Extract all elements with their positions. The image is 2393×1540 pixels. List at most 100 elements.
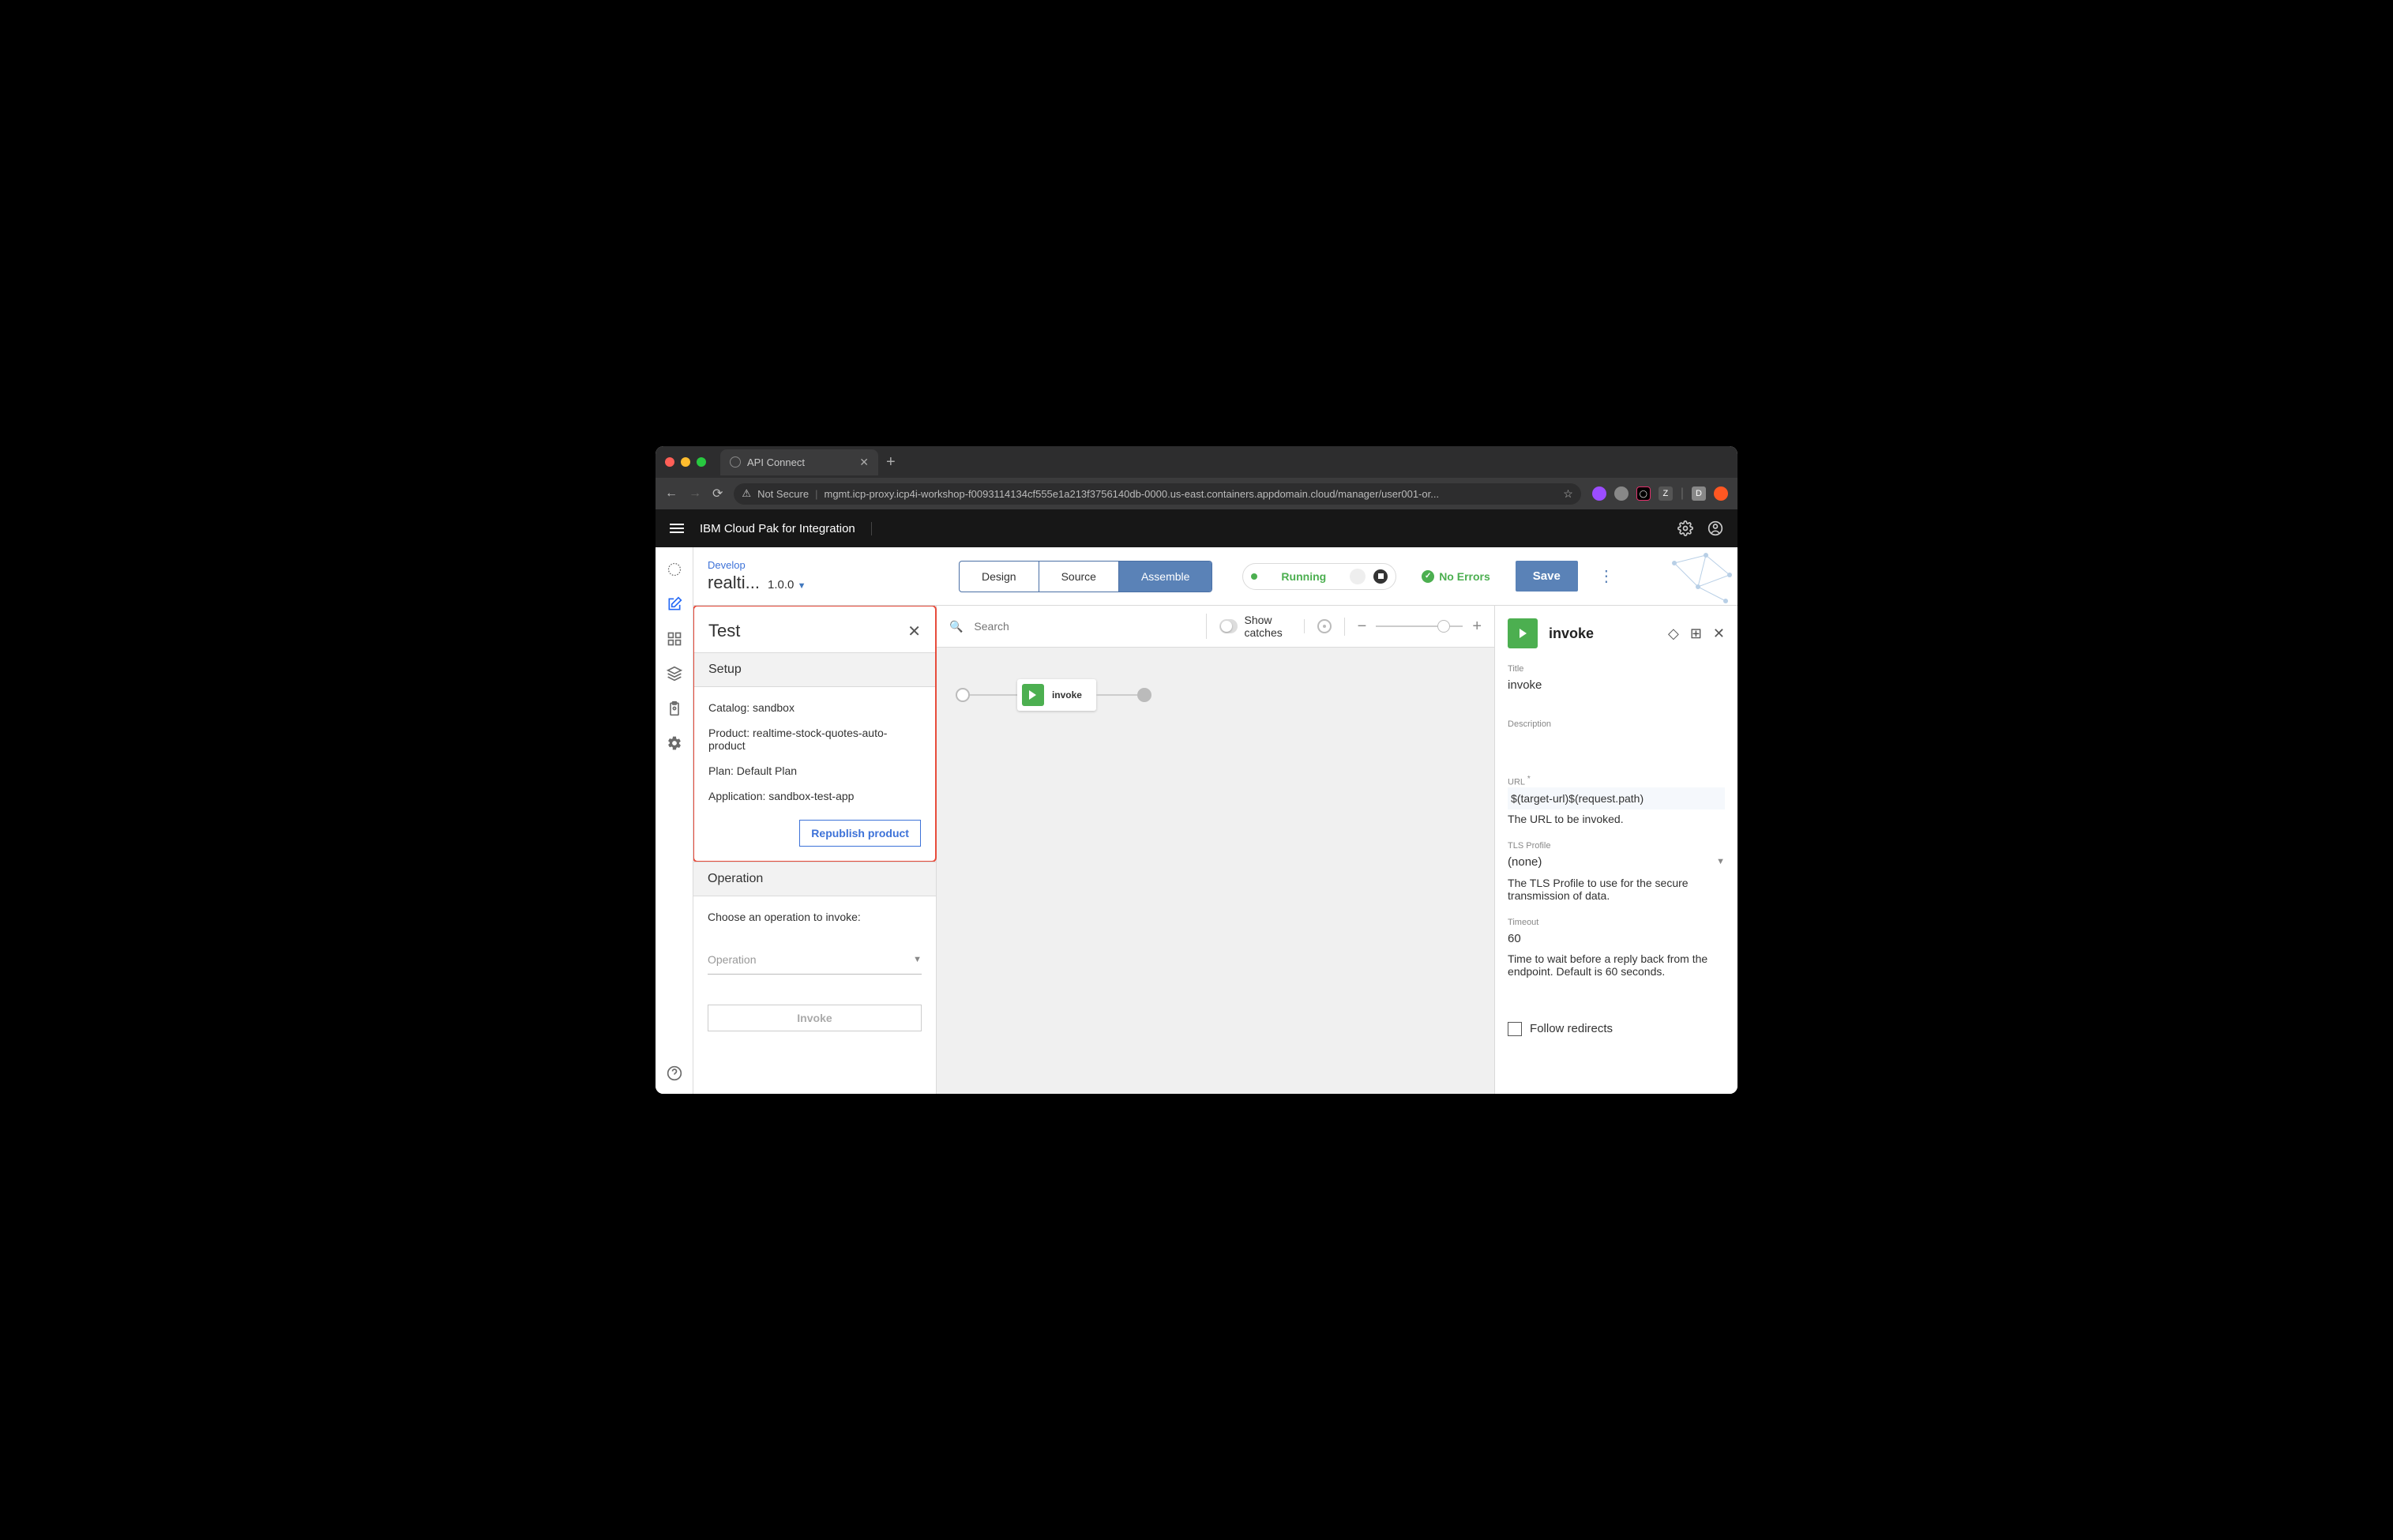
status-text: Running xyxy=(1265,570,1342,583)
description-field-label: Description xyxy=(1508,719,1725,729)
url-help-text: The URL to be invoked. xyxy=(1508,813,1725,825)
setup-product: Product: realtime-stock-quotes-auto-prod… xyxy=(708,727,921,752)
properties-panel: invoke ◇ ⊞ ✕ Title Description URL * xyxy=(1494,606,1737,1094)
properties-title: invoke xyxy=(1549,625,1594,642)
extension-icon[interactable]: ◯ xyxy=(1636,486,1651,501)
operation-select[interactable]: Operation ▼ xyxy=(708,945,922,975)
profile-icon[interactable]: D xyxy=(1692,486,1706,501)
user-icon[interactable] xyxy=(1707,520,1723,536)
help-icon[interactable] xyxy=(667,1065,682,1081)
canvas-toolbar: 🔍 Show catches − xyxy=(937,606,1494,648)
timeout-field[interactable] xyxy=(1508,927,1725,949)
security-warning-icon: ⚠ xyxy=(742,487,751,500)
content: Develop realti... 1.0.0 ▼ Design Source … xyxy=(656,547,1737,1094)
window-maximize-button[interactable] xyxy=(697,457,706,467)
node-label: invoke xyxy=(1052,689,1082,701)
test-panel: Test ✕ Setup Catalog: sandbox Product: r… xyxy=(693,606,937,1094)
no-errors-indicator: ✓ No Errors xyxy=(1422,570,1490,583)
zoom-out-button[interactable]: − xyxy=(1358,618,1367,636)
toggle-policy-icon[interactable]: ◇ xyxy=(1668,625,1679,642)
tab-favicon-icon xyxy=(730,456,741,468)
browser-chrome: API Connect ✕ + ← → ⟳ ⚠ Not Secure | mgm… xyxy=(656,446,1737,509)
security-label: Not Secure xyxy=(757,488,809,500)
url-text: mgmt.icp-proxy.icp4i-workshop-f009311413… xyxy=(825,488,1440,500)
tab-design[interactable]: Design xyxy=(960,562,1039,592)
test-panel-close-button[interactable]: ✕ xyxy=(907,622,921,641)
tab-close-button[interactable]: ✕ xyxy=(859,456,869,469)
play-icon xyxy=(1022,684,1044,706)
tls-help-text: The TLS Profile to use for the secure tr… xyxy=(1508,877,1725,902)
stop-button[interactable] xyxy=(1373,569,1388,584)
url-field[interactable]: ⚠ Not Secure | mgmt.icp-proxy.icp4i-work… xyxy=(734,483,1580,505)
settings-icon[interactable] xyxy=(1677,520,1693,536)
tab-source[interactable]: Source xyxy=(1039,562,1119,592)
status-spinner-icon xyxy=(1350,569,1366,584)
tab-title: API Connect xyxy=(747,456,805,468)
extension-icon[interactable]: Z xyxy=(1659,486,1673,501)
properties-close-button[interactable]: ✕ xyxy=(1713,625,1725,642)
timeout-help-text: Time to wait before a reply back from th… xyxy=(1508,952,1725,978)
url-field-label: URL * xyxy=(1508,775,1725,787)
flow-connector xyxy=(970,694,1017,696)
extension-icon[interactable] xyxy=(1592,486,1606,501)
setup-section-header: Setup xyxy=(694,652,935,687)
follow-redirects-checkbox[interactable] xyxy=(1508,1022,1522,1036)
no-errors-label: No Errors xyxy=(1439,570,1490,583)
window-close-button[interactable] xyxy=(665,457,674,467)
show-catches-label: Show catches xyxy=(1244,614,1290,639)
status-dot-icon xyxy=(1251,573,1257,580)
title-field-label: Title xyxy=(1508,664,1725,674)
menu-button[interactable] xyxy=(670,524,684,533)
back-button[interactable]: ← xyxy=(665,486,678,501)
url-field[interactable]: $(target-url)$(request.path) xyxy=(1508,787,1725,809)
extension-icon[interactable] xyxy=(1714,486,1728,501)
home-icon[interactable] xyxy=(667,562,682,577)
flow-end-node[interactable] xyxy=(1137,688,1151,702)
invoke-flow-node[interactable]: invoke xyxy=(1017,679,1096,711)
zoom-in-button[interactable]: + xyxy=(1472,618,1482,636)
more-actions-button[interactable]: ⋮ xyxy=(1598,566,1614,586)
search-input[interactable] xyxy=(974,620,1195,633)
api-version-select[interactable]: 1.0.0 ▼ xyxy=(768,578,806,592)
extension-icon[interactable] xyxy=(1614,486,1629,501)
flow-connector xyxy=(1096,694,1137,696)
status-pill: Running xyxy=(1242,563,1396,590)
save-button[interactable]: Save xyxy=(1516,561,1578,592)
setup-plan: Plan: Default Plan xyxy=(708,764,921,777)
add-to-palette-icon[interactable]: ⊞ xyxy=(1690,625,1702,642)
settings-nav-icon[interactable] xyxy=(667,735,682,751)
window-minimize-button[interactable] xyxy=(681,457,690,467)
reload-button[interactable]: ⟳ xyxy=(712,486,723,501)
develop-icon[interactable] xyxy=(667,596,682,612)
flow-canvas[interactable]: invoke xyxy=(937,648,1494,742)
follow-redirects-label: Follow redirects xyxy=(1530,1022,1613,1035)
extension-icons: ◯ Z | D xyxy=(1592,486,1728,501)
republish-product-button[interactable]: Republish product xyxy=(799,820,921,847)
new-tab-button[interactable]: + xyxy=(886,453,896,471)
chevron-down-icon: ▼ xyxy=(1716,857,1725,866)
main-column: Develop realti... 1.0.0 ▼ Design Source … xyxy=(693,547,1737,1094)
title-field[interactable] xyxy=(1508,674,1725,704)
flow-start-node[interactable] xyxy=(956,688,970,702)
invoke-button[interactable]: Invoke xyxy=(708,1005,922,1031)
api-name: realti... xyxy=(708,573,760,593)
description-field[interactable] xyxy=(1508,729,1725,759)
check-icon: ✓ xyxy=(1422,570,1434,583)
tls-field-label: TLS Profile xyxy=(1508,841,1725,851)
app-title: IBM Cloud Pak for Integration xyxy=(700,522,872,535)
clipboard-icon[interactable] xyxy=(667,701,682,716)
show-catches-toggle[interactable] xyxy=(1219,619,1238,633)
locate-icon[interactable] xyxy=(1317,619,1332,633)
bookmark-icon[interactable]: ☆ xyxy=(1563,487,1573,501)
decoration xyxy=(1666,547,1737,606)
workspace: Test ✕ Setup Catalog: sandbox Product: r… xyxy=(693,606,1737,1094)
browser-tab[interactable]: API Connect ✕ xyxy=(720,449,878,475)
develop-link[interactable]: Develop xyxy=(708,559,889,571)
tls-profile-select[interactable]: (none) ▼ xyxy=(1508,851,1725,873)
tab-assemble[interactable]: Assemble xyxy=(1119,562,1212,592)
forward-button[interactable]: → xyxy=(689,486,701,501)
layers-icon[interactable] xyxy=(667,666,682,682)
dashboard-icon[interactable] xyxy=(667,631,682,647)
zoom-slider[interactable] xyxy=(1376,625,1463,627)
search-icon: 🔍 xyxy=(949,620,963,633)
